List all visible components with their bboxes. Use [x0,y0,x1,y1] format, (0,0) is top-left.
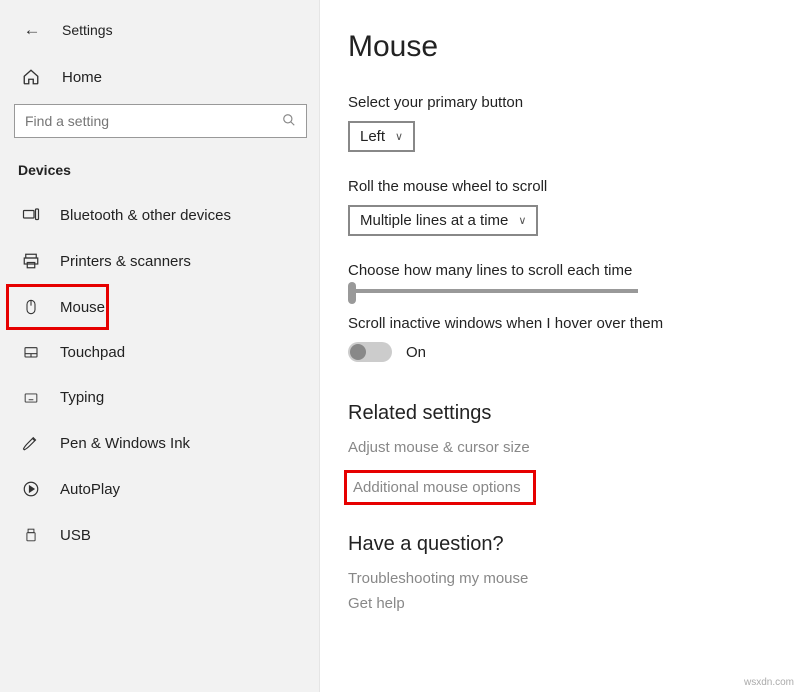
usb-icon [20,526,42,544]
select-value: Left [360,128,385,145]
keyboard-icon [20,391,42,405]
search-box[interactable] [14,104,307,138]
chevron-down-icon: ∨ [395,130,403,143]
related-heading: Related settings [348,402,800,425]
header: ← Settings [0,10,319,58]
printer-icon [20,252,42,270]
sidebar-item-printers[interactable]: Printers & scanners [0,238,319,284]
link-adjust-cursor[interactable]: Adjust mouse & cursor size [348,435,800,460]
sidebar-item-label: Typing [60,389,104,406]
sidebar-item-pen[interactable]: Pen & Windows Ink [0,420,319,466]
watermark: wsxdn.com [744,677,794,688]
sidebar-item-label: USB [60,527,91,544]
page-title: Mouse [348,30,800,64]
home-label: Home [62,69,102,86]
roll-select[interactable]: Multiple lines at a time ∨ [348,205,538,236]
pen-icon [20,434,42,452]
mouse-icon [20,298,42,316]
sidebar-item-autoplay[interactable]: AutoPlay [0,466,319,512]
main-content: Mouse Select your primary button Left ∨ … [320,0,800,692]
lines-label: Choose how many lines to scroll each tim… [348,262,800,279]
question-heading: Have a question? [348,533,800,556]
slider-thumb[interactable] [348,282,356,304]
devices-icon [20,206,42,224]
highlight-box: Additional mouse options [344,470,536,505]
sidebar-item-label: Mouse [60,299,105,316]
lines-slider[interactable] [348,289,638,293]
autoplay-icon [20,480,42,498]
back-button[interactable]: ← [18,16,46,44]
toggle-state-text: On [406,344,426,361]
hover-toggle[interactable] [348,342,392,362]
search-icon [282,113,296,130]
toggle-knob [350,344,366,360]
roll-label: Roll the mouse wheel to scroll [348,178,800,195]
sidebar-item-label: AutoPlay [60,481,120,498]
app-title: Settings [62,22,113,38]
sidebar-item-usb[interactable]: USB [0,512,319,558]
slider-track [348,289,638,293]
sidebar-item-typing[interactable]: Typing [0,375,319,420]
sidebar-item-touchpad[interactable]: Touchpad [0,330,319,375]
hover-label: Scroll inactive windows when I hover ove… [348,315,800,332]
touchpad-icon [20,345,42,361]
sidebar-item-label: Printers & scanners [60,253,191,270]
link-troubleshoot[interactable]: Troubleshooting my mouse [348,566,800,591]
sidebar: ← Settings Home Devices Bluetooth & othe… [0,0,320,692]
sidebar-item-label: Touchpad [60,344,125,361]
primary-button-select[interactable]: Left ∨ [348,121,415,152]
section-label: Devices [0,156,319,192]
sidebar-item-label: Pen & Windows Ink [60,435,190,452]
home-icon [20,68,42,86]
arrow-left-icon: ← [24,20,41,40]
sidebar-item-label: Bluetooth & other devices [60,207,231,224]
chevron-down-icon: ∨ [518,214,526,227]
sidebar-item-bluetooth[interactable]: Bluetooth & other devices [0,192,319,238]
primary-button-label: Select your primary button [348,94,800,111]
link-additional-mouse[interactable]: Additional mouse options [349,479,525,496]
link-get-help[interactable]: Get help [348,591,800,616]
select-value: Multiple lines at a time [360,212,508,229]
sidebar-item-mouse[interactable]: Mouse [6,284,109,330]
home-nav[interactable]: Home [0,58,319,96]
search-input[interactable] [25,113,282,129]
